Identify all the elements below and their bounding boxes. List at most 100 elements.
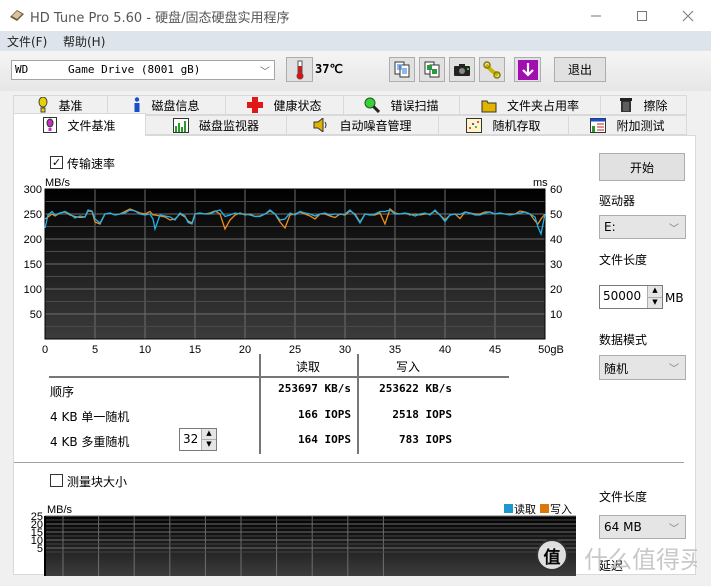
queue-depth-spinner[interactable]: 32 ▲ ▼ bbox=[179, 428, 217, 451]
info-icon bbox=[134, 97, 140, 112]
temperature-button[interactable] bbox=[286, 57, 313, 82]
x-tick-label: 10 bbox=[139, 344, 151, 356]
y-axis-label: MB/s bbox=[45, 177, 71, 189]
y2-tick-label: 50 bbox=[550, 209, 562, 221]
tab-label: 文件基准 bbox=[67, 118, 116, 133]
drive-select-value: WD Game Drive (8001 gB) bbox=[15, 63, 201, 76]
y2-tick-label: 40 bbox=[550, 234, 562, 246]
tab-health[interactable]: 健康状态 bbox=[225, 95, 344, 115]
file-length-unit: MB bbox=[665, 291, 684, 305]
watermark-badge: 值 bbox=[536, 539, 568, 571]
start-button-label: 开始 bbox=[629, 160, 654, 175]
queue-depth-value: 32 bbox=[183, 432, 199, 446]
transfer-rate-chart: MB/s ms 50 100 150 200 250 300 10 20 30 40 50 60 0 5 10 1… bbox=[24, 177, 564, 356]
row-label-sequential: 顺序 bbox=[50, 385, 75, 399]
title-bar: HD Tune Pro 5.60 - 硬盘/固态硬盘实用程序 bbox=[0, 0, 711, 31]
y-tick-label: 50 bbox=[30, 309, 42, 321]
copy-image-button[interactable] bbox=[419, 57, 445, 82]
tab-folder-usage[interactable]: 文件夹占用率 bbox=[459, 95, 601, 115]
4kb-single-read-value: 166 IOPS bbox=[298, 408, 351, 421]
drive-letter-select[interactable]: E: ﹀ bbox=[599, 215, 686, 239]
block-size-chart: MB/s510152025读取 写入 bbox=[31, 502, 576, 576]
block-size-checkbox[interactable] bbox=[50, 474, 63, 487]
y-tick-label: 200 bbox=[24, 234, 42, 246]
file-length-value: 50000 bbox=[603, 289, 642, 303]
4kb-multi-write-value: 783 IOPS bbox=[399, 433, 452, 446]
block-size-label: 测量块大小 bbox=[67, 475, 128, 489]
maximize-icon bbox=[637, 10, 647, 21]
y2-tick-label: 30 bbox=[550, 259, 562, 271]
data-mode-value: 随机 bbox=[604, 362, 629, 376]
screenshot-button[interactable] bbox=[449, 57, 475, 82]
legend-read-label: 读取 bbox=[514, 502, 536, 516]
data-mode-select[interactable]: 随机 ﹀ bbox=[599, 355, 686, 380]
row-label-4kb-multi: 4 KB 多重随机 bbox=[50, 435, 130, 449]
block-file-length-label: 文件长度 bbox=[599, 490, 648, 504]
4kb-single-write-value: 2518 IOPS bbox=[392, 408, 452, 421]
x-tick-label: 40 bbox=[439, 344, 451, 356]
minimize-button[interactable] bbox=[573, 0, 619, 31]
toolbar: WD Game Drive (8001 gB) ﹀ 37℃ 退出 bbox=[0, 51, 711, 91]
sequential-write-value: 253622 KB/s bbox=[379, 382, 452, 395]
exit-button[interactable]: 退出 bbox=[554, 57, 606, 82]
tab-label: 磁盘监视器 bbox=[198, 118, 259, 133]
tab-row-1: 基准 磁盘信息 健康状态 错误扫描 文件夹占用率 擦除 bbox=[13, 95, 687, 115]
x-tick-label: 20 bbox=[239, 344, 251, 356]
window-title: HD Tune Pro 5.60 - 硬盘/固态硬盘实用程序 bbox=[30, 11, 290, 26]
options-button[interactable] bbox=[479, 57, 505, 82]
x-tick-label: 30 bbox=[339, 344, 351, 356]
tab-disk-monitor[interactable]: 磁盘监视器 bbox=[145, 115, 287, 135]
tab-file-benchmark[interactable]: 文件基准 bbox=[13, 113, 146, 136]
x-tick-label: 25 bbox=[289, 344, 301, 356]
y-tick-label: 300 bbox=[24, 184, 42, 196]
tab-random-access[interactable]: 随机存取 bbox=[438, 115, 569, 135]
maximize-button[interactable] bbox=[619, 0, 665, 31]
save-button[interactable] bbox=[514, 57, 541, 82]
benchmark-icon bbox=[38, 97, 48, 113]
close-button[interactable] bbox=[665, 0, 711, 31]
header-write: 写入 bbox=[396, 360, 421, 374]
spin-down-icon[interactable]: ▼ bbox=[648, 298, 662, 309]
chevron-down-icon: ﹀ bbox=[669, 364, 679, 375]
tab-benchmark[interactable]: 基准 bbox=[13, 95, 108, 115]
row-label-4kb-single: 4 KB 单一随机 bbox=[50, 410, 130, 424]
folder-icon bbox=[481, 100, 497, 112]
x-tick-label: 0 bbox=[42, 344, 48, 356]
chevron-down-icon: ﹀ bbox=[260, 67, 270, 78]
spin-up-icon[interactable]: ▲ bbox=[202, 429, 216, 440]
spin-up-icon[interactable]: ▲ bbox=[648, 286, 662, 298]
block-file-length-select[interactable]: 64 MB ﹀ bbox=[599, 515, 686, 539]
spin-down-icon[interactable]: ▼ bbox=[202, 440, 216, 450]
tab-label: 文件夹占用率 bbox=[506, 98, 579, 113]
start-button[interactable]: 开始 bbox=[599, 153, 685, 181]
tab-label: 自动噪音管理 bbox=[339, 118, 412, 133]
tab-row-2: 文件基准 磁盘监视器 自动噪音管理 随机存取 附加测试 bbox=[13, 113, 687, 136]
sequential-read-value: 253697 KB/s bbox=[278, 382, 351, 395]
drive-letter-value: E: bbox=[604, 220, 616, 234]
tab-label: 基准 bbox=[58, 98, 83, 113]
menu-help[interactable]: 帮助(H) bbox=[63, 33, 105, 50]
copy-text-button[interactable] bbox=[389, 57, 415, 82]
tab-error-scan[interactable]: 错误扫描 bbox=[343, 95, 460, 115]
y2-axis-label: ms bbox=[533, 177, 548, 189]
tab-noise-management[interactable]: 自动噪音管理 bbox=[286, 115, 439, 135]
thermometer-icon bbox=[295, 60, 304, 80]
x-tick-label: 50gB bbox=[538, 344, 564, 356]
transfer-rate-checkbox[interactable]: ✓ bbox=[50, 156, 63, 169]
legend-write-label: 写入 bbox=[550, 504, 572, 516]
section-separator bbox=[14, 462, 684, 463]
data-mode-label: 数据模式 bbox=[599, 333, 648, 347]
file-length-spinner[interactable]: 50000 ▲ ▼ bbox=[599, 285, 663, 309]
drive-select[interactable]: WD Game Drive (8001 gB) ﹀ bbox=[11, 60, 275, 80]
tab-disk-info[interactable]: 磁盘信息 bbox=[107, 95, 226, 115]
tab-erase[interactable]: 擦除 bbox=[600, 95, 687, 115]
legend-write-swatch bbox=[540, 504, 549, 513]
menu-file[interactable]: 文件(F) bbox=[7, 33, 47, 50]
options-wrench-icon bbox=[483, 60, 501, 79]
copy-text-icon bbox=[394, 61, 410, 78]
trash-icon bbox=[620, 98, 633, 112]
monitor-chart-icon bbox=[172, 117, 189, 133]
tab-extra-tests[interactable]: 附加测试 bbox=[568, 115, 687, 135]
table-divider bbox=[259, 354, 261, 454]
tab-label: 随机存取 bbox=[492, 118, 541, 133]
